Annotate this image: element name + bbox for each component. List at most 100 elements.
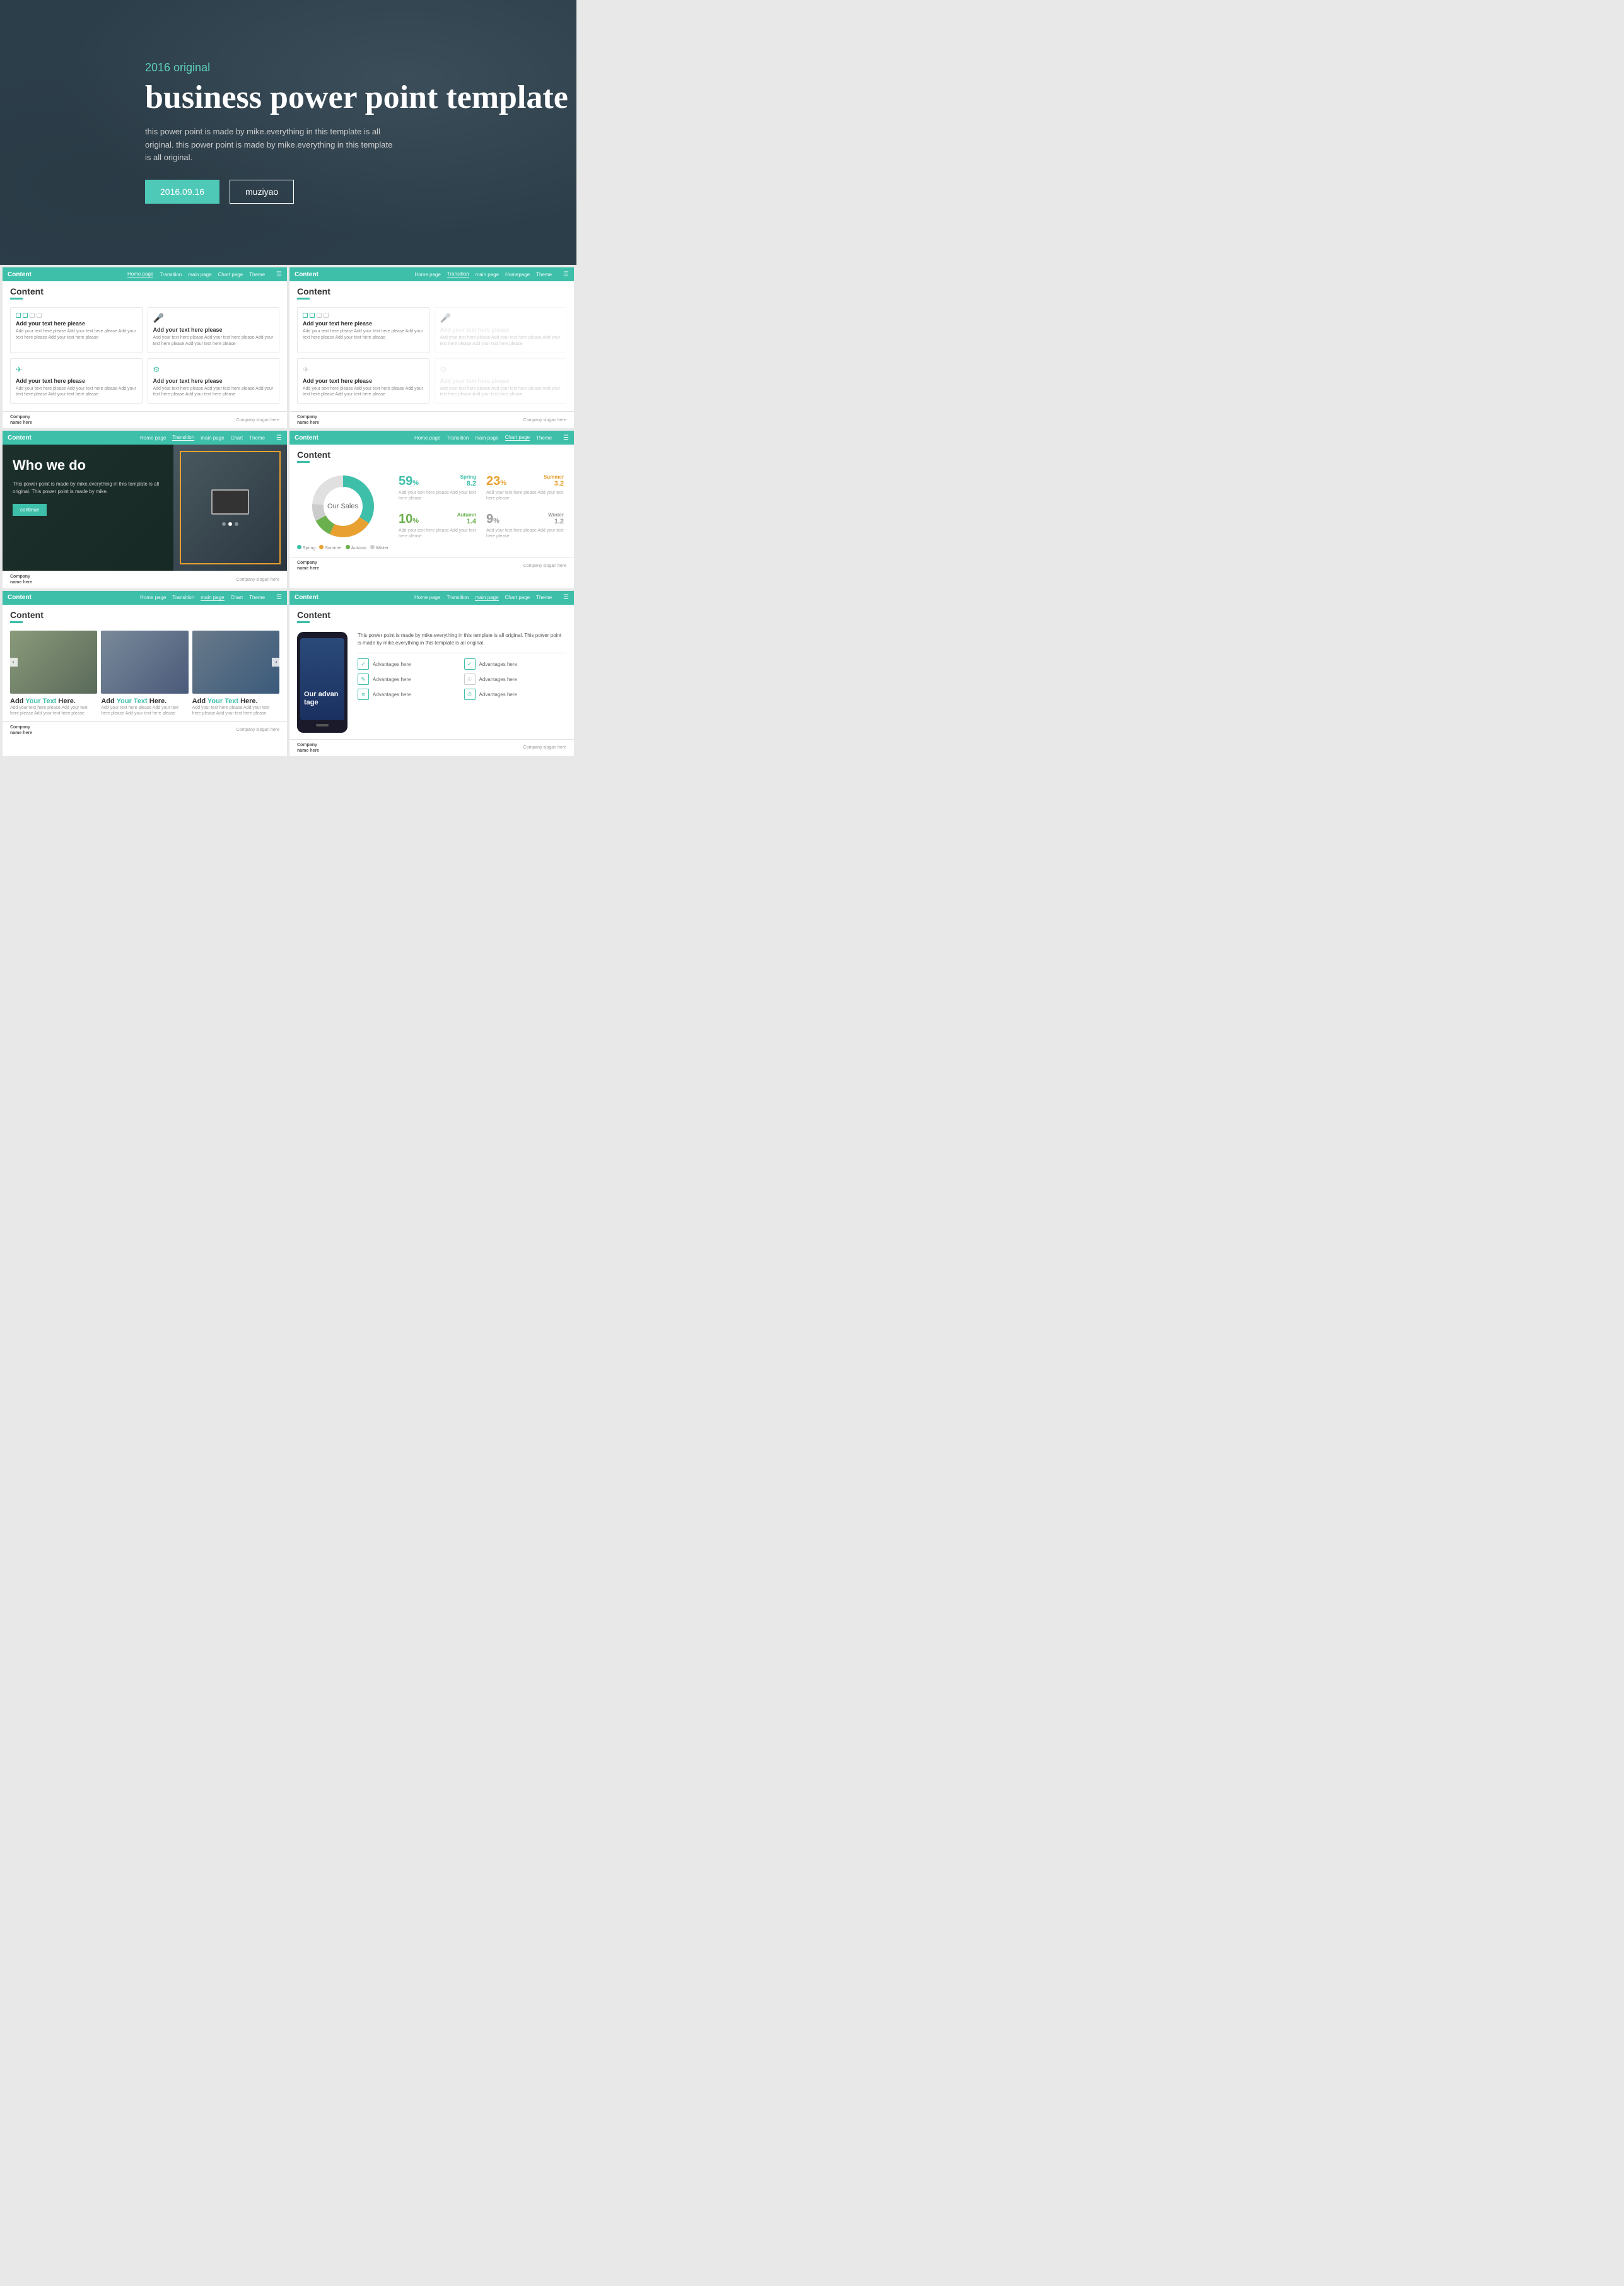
date-button[interactable]: 2016.09.16 [145,180,219,204]
nav3-main[interactable]: main page [201,435,224,441]
nav6-theme[interactable]: Theme [536,595,552,600]
hamburger-icon[interactable]: ☰ [276,271,282,278]
adv-icon-2: ✓ [464,658,476,670]
stat-spring-desc: Add your text here please Add your text … [399,490,476,501]
nav-title-2: Content [295,271,318,278]
nav6-main[interactable]: main page [475,595,498,601]
feature-card-4: ⚙ Add your text here please Add your tex… [148,358,280,404]
hero-year: 2016 original [145,61,568,74]
feature-title-5: Add your text here please [303,320,424,327]
hamburger-icon-3[interactable]: ☰ [276,434,282,441]
heading-underline-4 [297,461,310,463]
stat-autumn-row: 10% Autumn 1.4 [399,512,476,527]
nav4-chart[interactable]: Chart page [505,434,530,441]
slide-features-right: Content Home page Transition main page H… [289,267,574,428]
nav-title-5: Content [8,594,32,601]
icon-square-1 [16,313,21,318]
hero-title: business power point template [145,79,568,115]
legend-autumn: Autumn [346,545,366,551]
nav6-home[interactable]: Home page [414,595,440,600]
feature-title-3: Add your text here please [16,378,137,384]
plane-icon-wrapper: ✈ [16,364,137,375]
nav2-item-hp[interactable]: Homepage [505,272,530,277]
nav-item-transition[interactable]: Transition [160,272,182,277]
features-grid-1: Add your text here please Add your text … [3,302,287,411]
nav4-home[interactable]: Home page [414,435,440,441]
gallery-content: ‹ › Add Your Text Here. Ad [3,626,287,721]
nav-item-chart[interactable]: Chart page [218,272,243,277]
nav4-theme[interactable]: Theme [536,435,552,441]
gallery-next-button[interactable]: › [272,658,281,667]
donut-label: Our Sales [327,503,358,510]
nav3-theme[interactable]: Theme [249,435,265,441]
nav2-item-transition[interactable]: Transition [447,271,469,277]
nav4-main[interactable]: main page [475,435,498,441]
nav6-transition[interactable]: Transition [447,595,469,600]
nav-items-1: Home page Transition main page Chart pag… [127,271,282,278]
nav6-chart[interactable]: Chart page [505,595,530,600]
nav5-main[interactable]: main page [201,595,224,601]
donut-chart: Our Sales [308,472,378,541]
stat-autumn: 10% Autumn 1.4 Add your text here please… [396,510,479,542]
stat-summer-season: Summer [544,474,564,480]
nav-item-home[interactable]: Home page [127,271,153,277]
feature-card-8: ⚙ Add your text here please Add your tex… [435,358,567,404]
stat-summer-value: 3.2 [544,480,564,487]
gallery-prev-button[interactable]: ‹ [9,658,18,667]
nav-item-main[interactable]: main page [188,272,211,277]
cap-colored-2: Your Text [117,697,148,705]
adv-text-3: Advantages here [373,677,411,682]
legend-winter: Winter [370,545,388,551]
gallery-bg-3 [192,631,279,694]
legend-dot-winter [370,545,375,549]
icon-sq-5a [303,313,308,318]
feature-card-1: Add your text here please Add your text … [10,307,143,353]
author-button[interactable]: muziyao [230,180,294,204]
slide-features-left: Content Home page Transition main page C… [3,267,287,428]
hero-section: 2016 original business power point templ… [0,0,576,265]
nav3-home[interactable]: Home page [140,435,166,441]
features-grid-2: Add your text here please Add your text … [289,302,574,411]
continue-button[interactable]: continue [13,504,47,516]
chart-content: Our Sales Spring Summer Autumn Winter 59… [289,465,574,557]
advantages-grid: ✓ Advantages here ✓ Advantages here ✎ Ad… [358,658,566,700]
nav3-transition[interactable]: Transition [172,434,194,441]
slide-gallery: Content Home page Transition main page C… [3,591,287,756]
dot-1 [222,522,226,526]
adv-icon-1: ✓ [358,658,369,670]
nav-items-3: Home page Transition main page Chart The… [140,434,282,441]
nav-items-2: Home page Transition main page Homepage … [414,271,569,278]
slide-header-1: Content [3,281,287,302]
nav5-transition[interactable]: Transition [172,595,194,600]
stat-summer-right: Summer 3.2 [544,474,564,487]
icon-sq-5b [310,313,315,318]
stat-summer: 23% Summer 3.2 Add your text here please… [484,472,566,504]
icon-sq-5d [324,313,329,318]
nav5-theme[interactable]: Theme [249,595,265,600]
legend-dot-spring [297,545,301,549]
nav4-transition[interactable]: Transition [447,435,469,441]
hamburger-icon-4[interactable]: ☰ [563,434,569,441]
gallery-caption-3: Add Your Text Here. Add your text here p… [192,697,279,716]
nav5-home[interactable]: Home page [140,595,166,600]
advantage-3: ✎ Advantages here [358,674,460,685]
footer-slogan-2: Company slogan here [523,418,567,423]
hamburger-icon-5[interactable]: ☰ [276,594,282,601]
nav2-item-main[interactable]: main page [476,272,499,277]
mic-icon-2: 🎤 [440,313,561,324]
footer-slogan-5: Company slogan here [237,728,280,732]
feature-text-4: Add your text here please Add your text … [153,386,274,399]
footer-company-2: Companyname here [297,414,319,426]
plane-icon-gray: ✈ [303,365,309,374]
nav2-item-theme[interactable]: Theme [536,272,552,277]
stat-winter: 9% Winter 1.2 Add your text here please … [484,510,566,542]
hamburger-icon-6[interactable]: ☰ [563,594,569,601]
hamburger-icon-2[interactable]: ☰ [563,271,569,278]
nav3-chart[interactable]: Chart [231,435,243,441]
nav5-chart[interactable]: Chart [231,595,243,600]
stat-spring-value: 8.2 [460,480,476,487]
nav2-item-home[interactable]: Home page [414,272,440,277]
nav-item-theme[interactable]: Theme [249,272,265,277]
phone-mockup: Our advan tage [297,632,348,733]
slides-grid: Content Home page Transition main page C… [0,265,576,759]
